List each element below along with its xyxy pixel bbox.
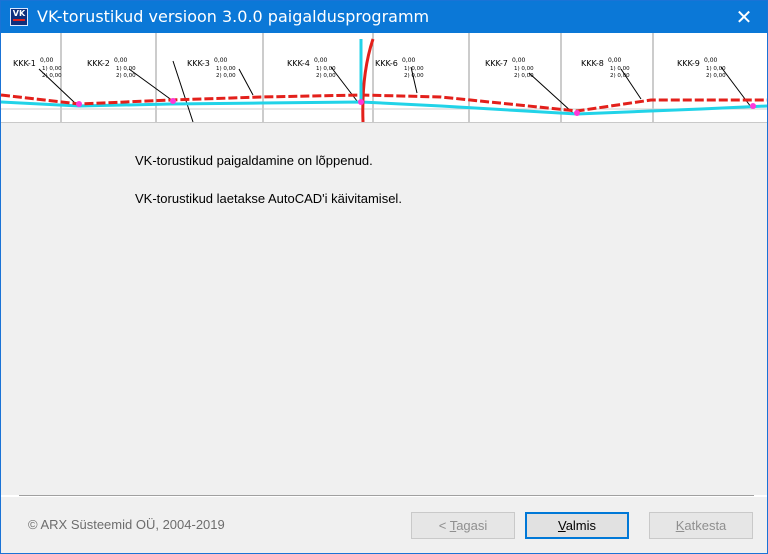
manhole-value: 0,00 [608, 57, 622, 64]
manhole-sub-value: 2) 0,00 [610, 73, 630, 79]
manhole-sub-value: 2) 0,00 [116, 73, 136, 79]
manhole-sub-value: 1) 0,00 [514, 66, 534, 72]
leader-lines [38, 60, 752, 122]
manhole-sub-value: 1) 0,00 [706, 66, 726, 72]
autocad-load-message: VK-torustikud laetakse AutoCAD'i käivita… [135, 191, 402, 206]
manhole-sub-value: 2) 0,00 [706, 73, 726, 79]
manhole-value: 0,00 [40, 57, 54, 64]
manhole-value: 0,00 [114, 57, 128, 64]
pipe-profile-drawing: KKK-1 0,001) 0,002) 0,00KKK-2 0,001) 0,002… [1, 33, 767, 122]
finish-button[interactable]: Valmis [525, 512, 629, 539]
manhole-label-kkk-7: KKK-7 [485, 59, 508, 68]
window-title: VK-torustikud versioon 3.0.0 paigalduspr… [37, 7, 430, 26]
close-icon[interactable]: ✕ [721, 1, 767, 33]
manhole-sub-value: 1) 0,00 [42, 66, 62, 72]
pipe-profile-banner: KKK-1 0,00 1) 0,00 2) 0,00 KKK-2 0,00 1) 0,00 2… [1, 33, 767, 123]
vk-app-icon: VK [10, 8, 28, 26]
red-vertical-pipe [361, 38, 375, 122]
manhole-sub-value: 1) 0,00 [610, 66, 630, 72]
manhole-value: 0,00 [214, 57, 228, 64]
manhole-label-kkk-1: KKK-1 [13, 59, 36, 68]
manhole-sub-value: 1) 0,00 [216, 66, 236, 72]
manhole-label-kkk-2: KKK-2 [87, 59, 110, 68]
manhole-label-kkk-4: KKK-4 [287, 59, 310, 68]
manhole-label-kkk-6: KKK-6 [375, 59, 398, 68]
manhole-sub-value: 1) 0,00 [116, 66, 136, 72]
manhole-sub-value: 2) 0,00 [514, 73, 534, 79]
manhole-label-kkk-3: KKK-3 [187, 59, 210, 68]
manhole-sub-value: 2) 0,00 [216, 73, 236, 79]
copyright-text: © ARX Süsteemid OÜ, 2004-2019 [28, 517, 225, 532]
cancel-button[interactable]: Katkesta [649, 512, 753, 539]
title-bar[interactable]: VK VK-torustikud versioon 3.0.0 paigaldu… [1, 1, 767, 33]
manhole-value: 0,00 [512, 57, 526, 64]
manhole-label-kkk-8: KKK-8 [581, 59, 604, 68]
manhole-sub-value: 2) 0,00 [404, 73, 424, 79]
back-button[interactable]: < Tagasi [411, 512, 515, 539]
manhole-sub-value: 1) 0,00 [404, 66, 424, 72]
manhole-sub-value: 2) 0,00 [316, 73, 336, 79]
manhole-value: 0,00 [402, 57, 416, 64]
installer-window: VK VK-torustikud versioon 3.0.0 paigaldu… [0, 0, 768, 554]
manhole-sub-value: 1) 0,00 [316, 66, 336, 72]
manhole-label-kkk-9: KKK-9 [677, 59, 700, 68]
manhole-sub-value: 2) 0,00 [42, 73, 62, 79]
content-area: VK-torustikud paigaldamine on lõppenud. … [1, 123, 767, 495]
manhole-labels: KKK-1 0,001) 0,002) 0,00KKK-2 0,001) 0,002… [13, 57, 726, 79]
install-complete-message: VK-torustikud paigaldamine on lõppenud. [135, 153, 373, 168]
manhole-value: 0,00 [704, 57, 718, 64]
button-bar: © ARX Süsteemid OÜ, 2004-2019 < Tagasi V… [1, 497, 767, 553]
manhole-value: 0,00 [314, 57, 328, 64]
